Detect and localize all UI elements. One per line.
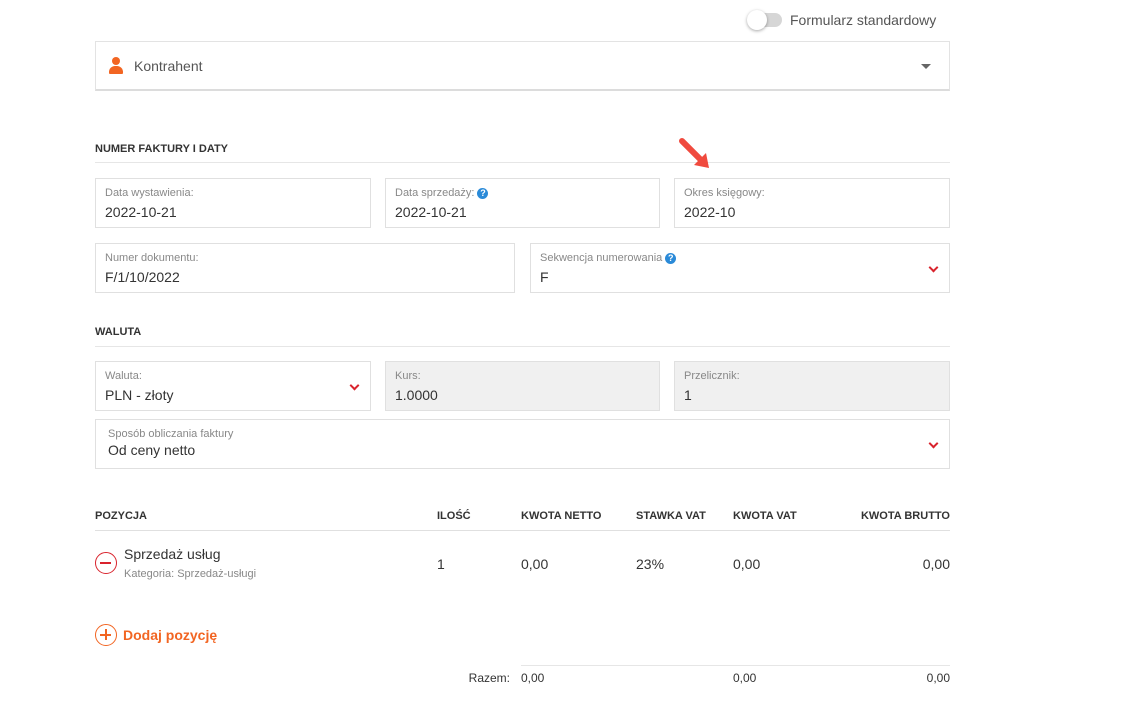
plus-circle-icon [95, 624, 117, 646]
red-arrow-annotation-icon [679, 138, 709, 168]
calculation-method-select[interactable]: Sposób obliczania faktury Od ceny netto [95, 419, 950, 469]
totals-divider [521, 665, 950, 666]
totals-vat: 0,00 [733, 671, 757, 685]
converter-field: Przelicznik: 1 [674, 361, 950, 411]
issue-date-field[interactable]: Data wystawienia: 2022-10-21 [95, 178, 371, 228]
column-header-net: KWOTA NETTO [521, 510, 602, 522]
totals-gross: 0,00 [926, 671, 950, 685]
numbering-sequence-select[interactable]: Sekwencja numerowania? F [530, 243, 950, 293]
standard-form-label: Formularz standardowy [790, 12, 937, 28]
item-quantity[interactable]: 1 [437, 556, 445, 572]
column-header-vat-rate: STAWKA VAT [636, 510, 706, 522]
add-item-button[interactable]: Dodaj pozycję [95, 624, 217, 646]
currency-label: Waluta: [105, 370, 142, 382]
column-header-quantity: ILOŚĆ [437, 510, 471, 522]
remove-item-icon[interactable] [95, 552, 117, 574]
toggle-knob [747, 10, 767, 30]
divider [95, 346, 950, 347]
column-header-gross: KWOTA BRUTTO [860, 510, 950, 522]
divider [95, 162, 950, 163]
calculation-method-label: Sposób obliczania faktury [108, 428, 234, 440]
currency-value: PLN - złoty [105, 387, 174, 403]
accounting-period-label: Okres księgowy: [684, 187, 765, 199]
column-header-position: POZYCJA [95, 510, 147, 522]
numbering-sequence-label-row: Sekwencja numerowania? [540, 252, 940, 264]
issue-date-value: 2022-10-21 [105, 204, 177, 220]
accounting-period-field[interactable]: Okres księgowy: 2022-10 [674, 178, 950, 228]
item-name[interactable]: Sprzedaż usług [124, 546, 221, 562]
document-number-field[interactable]: Numer dokumentu: F/1/10/2022 [95, 243, 515, 293]
sale-date-field[interactable]: Data sprzedaży:? 2022-10-21 [385, 178, 660, 228]
help-icon[interactable]: ? [477, 187, 489, 199]
document-number-value: F/1/10/2022 [105, 269, 180, 285]
document-number-label: Numer dokumentu: [105, 252, 199, 264]
contractor-label: Kontrahent [134, 57, 203, 74]
converter-value: 1 [684, 387, 692, 403]
converter-label: Przelicznik: [684, 370, 740, 382]
item-net[interactable]: 0,00 [521, 556, 548, 572]
numbering-sequence-value: F [540, 269, 549, 285]
sale-date-label: Data sprzedaży: [395, 187, 475, 199]
standard-form-toggle-row: Formularz standardowy [747, 10, 937, 30]
contractor-select[interactable]: Kontrahent [95, 41, 950, 91]
caret-down-icon [921, 64, 931, 69]
exchange-rate-field: Kurs: 1.0000 [385, 361, 660, 411]
item-vat: 0,00 [733, 556, 761, 572]
exchange-rate-label: Kurs: [395, 370, 421, 382]
add-item-label: Dodaj pozycję [123, 627, 218, 643]
currency-select[interactable]: Waluta: PLN - złoty [95, 361, 371, 411]
standard-form-toggle[interactable] [747, 10, 782, 30]
section-title-invoice: NUMER FAKTURY I DATY [95, 143, 229, 155]
numbering-sequence-label: Sekwencja numerowania [540, 252, 663, 264]
accounting-period-value: 2022-10 [684, 204, 736, 220]
item-category: Kategoria: Sprzedaż-usługi [124, 568, 257, 580]
totals-label: Razem: [468, 671, 510, 685]
help-icon[interactable]: ? [665, 252, 677, 264]
sale-date-value: 2022-10-21 [395, 204, 467, 220]
issue-date-label: Data wystawienia: [105, 187, 194, 199]
totals-net: 0,00 [521, 671, 545, 685]
column-header-vat: KWOTA VAT [733, 510, 797, 522]
person-icon [108, 56, 124, 75]
item-gross[interactable]: 0,00 [923, 556, 950, 572]
exchange-rate-value: 1.0000 [395, 387, 438, 403]
section-title-currency: WALUTA [95, 326, 142, 338]
sale-date-label-row: Data sprzedaży:? [395, 187, 650, 199]
table-divider [95, 530, 950, 531]
item-vat-rate[interactable]: 23% [636, 556, 664, 572]
calculation-method-value: Od ceny netto [108, 442, 196, 458]
